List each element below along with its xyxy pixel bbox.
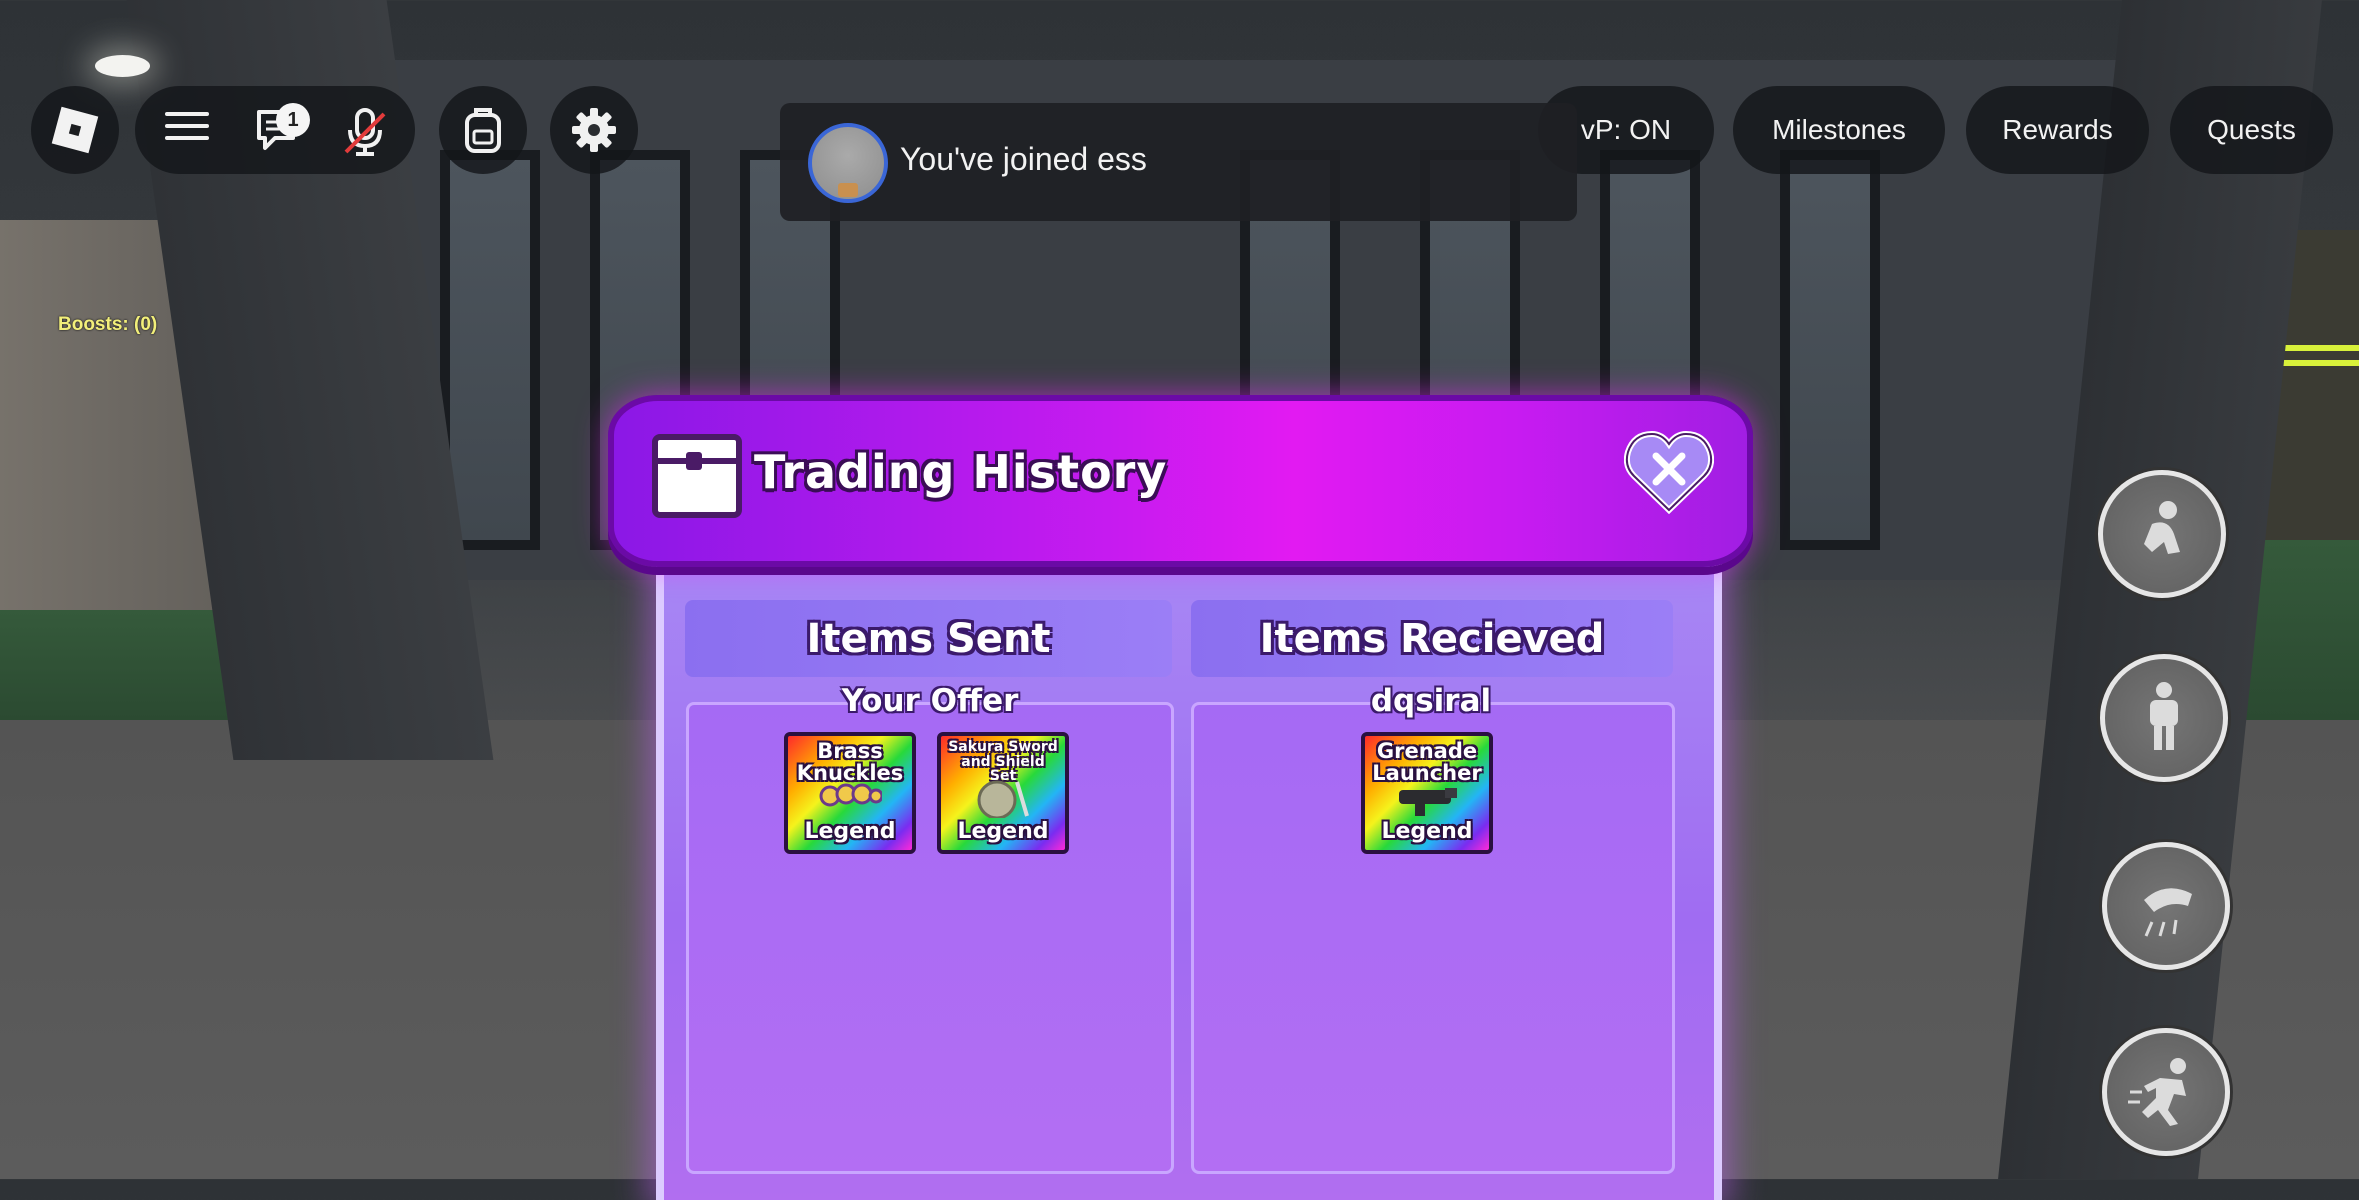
item-name: Brass Knuckles (796, 739, 904, 786)
items-received-heading: Items Recieved (1191, 600, 1673, 677)
chest-icon (652, 434, 742, 518)
settings-button[interactable] (550, 86, 638, 174)
dash-icon (2144, 888, 2192, 937)
boosts-counter: Boosts: (0) (58, 314, 158, 335)
items-sent-box (686, 702, 1174, 1174)
roblox-menu-button[interactable] (31, 86, 119, 174)
item-rarity: Legend (1381, 819, 1473, 844)
carry-button[interactable] (2100, 654, 2228, 782)
item-card-grenade-launcher[interactable]: Grenade Launcher Legend (1361, 732, 1493, 854)
sprint-icon (2128, 1058, 2186, 1126)
hamburger-menu-icon[interactable] (165, 104, 209, 148)
item-name: Grenade Launcher (1372, 739, 1482, 786)
carry-icon (2150, 682, 2178, 750)
grenade-launcher-icon (1399, 788, 1457, 816)
ceiling-lamp (95, 55, 150, 77)
crouch-icon (2144, 501, 2180, 554)
item-rarity: Legend (804, 819, 896, 844)
close-button[interactable] (1623, 428, 1715, 515)
item-card-brass-knuckles[interactable]: Brass Knuckles Legend (784, 732, 916, 854)
quests-button[interactable]: Quests (2170, 86, 2333, 174)
brass-knuckles-icon (819, 783, 882, 807)
roblox-logo-icon (51, 106, 99, 154)
backpack-button[interactable] (439, 86, 527, 174)
close-icon (1623, 430, 1715, 515)
rewards-button[interactable]: Rewards (1966, 86, 2149, 174)
dash-button[interactable] (2102, 842, 2230, 970)
backpack-icon (465, 108, 501, 153)
items-sent-heading: Items Sent (685, 600, 1172, 677)
window (1780, 150, 1880, 550)
item-name: Sakura Sword and Shield Set (948, 739, 1058, 785)
sakura-sword-shield-icon (977, 780, 1029, 818)
item-rarity: Legend (957, 819, 1049, 844)
sprint-button[interactable] (2102, 1028, 2230, 1156)
item-card-sakura-sword[interactable]: Sakura Sword and Shield Set Legend (937, 732, 1069, 854)
your-offer-label: Your Offer (841, 683, 1019, 719)
panel-title: Trading History (754, 445, 1168, 499)
microphone-muted-icon[interactable] (340, 106, 390, 162)
gear-icon (572, 108, 616, 152)
trading-history-header: Trading History (608, 395, 1753, 567)
topbar-group (135, 86, 415, 174)
milestones-button[interactable]: Milestones (1733, 86, 1945, 174)
trade-partner-name: dqsiral (1370, 683, 1492, 719)
chat-unread-badge: 1 (276, 103, 310, 137)
avatar (808, 123, 888, 203)
join-notification: You've joined ess (780, 103, 1577, 221)
notification-text: You've joined ess (900, 141, 1147, 177)
crouch-button[interactable] (2098, 470, 2226, 598)
